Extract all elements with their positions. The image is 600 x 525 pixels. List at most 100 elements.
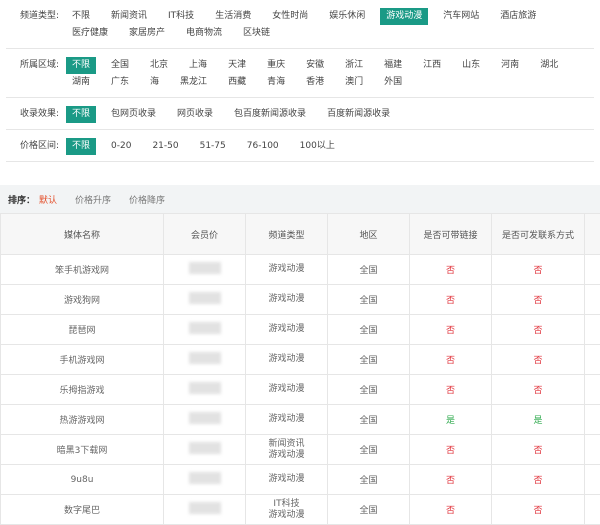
channel-type: 游戏动漫 [246,405,328,435]
filter-option[interactable]: 重庆 [261,57,291,74]
member-price [164,495,246,525]
filter-option[interactable]: 100以上 [294,138,341,155]
filter-option[interactable]: 不限 [66,138,96,155]
table-row[interactable]: 琵琶网游戏动漫全国否否 [1,315,600,345]
link-allowed: 是 [410,405,492,435]
column-header: 是否可带链接 [410,214,492,255]
filter-option[interactable]: 区块链 [237,25,276,42]
extra-cell [585,315,600,345]
media-name[interactable]: 笨手机游戏网 [1,255,164,285]
filter-option[interactable]: 江西 [417,57,447,74]
filter-option[interactable]: 汽车网站 [437,8,485,25]
filter-option[interactable]: 包百度新闻源收录 [228,106,312,123]
filter-option[interactable]: 酒店旅游 [494,8,542,25]
filter-option[interactable]: 黑龙江 [174,74,213,91]
filter-option[interactable]: 山东 [456,57,486,74]
member-price [164,285,246,315]
media-name[interactable]: 热游游戏网 [1,405,164,435]
extra-cell [585,375,600,405]
filter-option[interactable]: 51-75 [194,138,232,155]
table-row[interactable]: 热游游戏网游戏动漫全国是是 [1,405,600,435]
filter-option[interactable]: 北京 [144,57,174,74]
filter-option[interactable]: 游戏动漫 [380,8,428,25]
filter-option[interactable]: 娱乐休闲 [323,8,371,25]
region: 全国 [328,345,410,375]
filter-option[interactable]: 河南 [495,57,525,74]
member-price [164,255,246,285]
member-price [164,435,246,465]
member-price [164,375,246,405]
filter-option[interactable]: 香港 [300,74,330,91]
media-name[interactable]: 数字尾巴 [1,495,164,525]
table-row[interactable]: 暗黑3下载网新闻资讯 游戏动漫全国否否 [1,435,600,465]
sort-option[interactable]: 默认 [39,193,57,206]
media-name[interactable]: 手机游戏网 [1,345,164,375]
filter-option[interactable]: 电商物流 [180,25,228,42]
column-header: 会员价 [164,214,246,255]
sort-option[interactable]: 价格升序 [75,193,111,206]
filter-options: 不限 0-20 21-50 51-75 76-100 100以上 [66,138,350,155]
filter-option[interactable]: 西藏 [222,74,252,91]
table-row[interactable]: 笨手机游戏网游戏动漫全国否否 [1,255,600,285]
channel-type: 游戏动漫 [246,465,328,495]
link-allowed: 否 [410,435,492,465]
filter-option[interactable]: 澳门 [339,74,369,91]
filter-option[interactable]: 上海 [183,57,213,74]
filter-option[interactable]: 76-100 [241,138,285,155]
filter-option[interactable]: 女性时尚 [266,8,314,25]
column-header: 地区 [328,214,410,255]
filter-option[interactable]: 包网页收录 [105,106,162,123]
filter-option[interactable]: 福建 [378,57,408,74]
filter-option[interactable]: 外国 [378,74,408,91]
filter-option[interactable]: 湖南 [66,74,96,91]
filter-option[interactable]: 浙江 [339,57,369,74]
table-row[interactable]: 游戏狗网游戏动漫全国否否 [1,285,600,315]
filter-option[interactable]: IT科技 [162,8,200,25]
filter-label: 频道类型: [20,8,66,42]
media-name[interactable]: 暗黑3下载网 [1,435,164,465]
link-allowed: 否 [410,255,492,285]
filter-option[interactable]: 生活消费 [209,8,257,25]
region: 全国 [328,495,410,525]
contact-allowed: 是 [492,405,585,435]
filter-option[interactable]: 新闻资讯 [105,8,153,25]
region: 全国 [328,315,410,345]
channel-type: 游戏动漫 [246,375,328,405]
table-row[interactable]: 手机游戏网游戏动漫全国否否 [1,345,600,375]
filter-option[interactable]: 网页收录 [171,106,219,123]
extra-cell [585,255,600,285]
filter-option[interactable]: 医疗健康 [66,25,114,42]
blurred-price [189,502,221,514]
filter-option[interactable]: 安徽 [300,57,330,74]
filter-option[interactable]: 0-20 [105,138,137,155]
filter-option[interactable]: 21-50 [146,138,184,155]
extra-cell [585,435,600,465]
media-name[interactable]: 9u8u [1,465,164,495]
blurred-price [189,472,221,484]
filter-option[interactable]: 家居房产 [123,25,171,42]
media-name[interactable]: 乐拇指游戏 [1,375,164,405]
filter-option[interactable]: 不限 [66,106,96,123]
filter-option[interactable]: 天津 [222,57,252,74]
filter-option[interactable]: 广东 [105,74,135,91]
filter-option[interactable]: 全国 [105,57,135,74]
table-row[interactable]: 数字尾巴IT科技 游戏动漫全国否否 [1,495,600,525]
contact-allowed: 否 [492,345,585,375]
filter-option[interactable]: 百度新闻源收录 [321,106,396,123]
blurred-price [189,262,221,274]
media-name[interactable]: 游戏狗网 [1,285,164,315]
table-row[interactable]: 乐拇指游戏游戏动漫全国否否 [1,375,600,405]
column-header-extra [585,214,600,255]
sort-option[interactable]: 价格降序 [129,193,165,206]
filter-option[interactable]: 湖北 [534,57,564,74]
filter-option[interactable]: 不限 [66,57,96,74]
region: 全国 [328,375,410,405]
link-allowed: 否 [410,375,492,405]
link-allowed: 否 [410,315,492,345]
filter-option[interactable]: 海 [144,74,165,91]
media-name[interactable]: 琵琶网 [1,315,164,345]
filter-label: 所属区域: [20,57,66,91]
filter-option[interactable]: 不限 [66,8,96,25]
table-row[interactable]: 9u8u游戏动漫全国否否 [1,465,600,495]
filter-option[interactable]: 青海 [261,74,291,91]
